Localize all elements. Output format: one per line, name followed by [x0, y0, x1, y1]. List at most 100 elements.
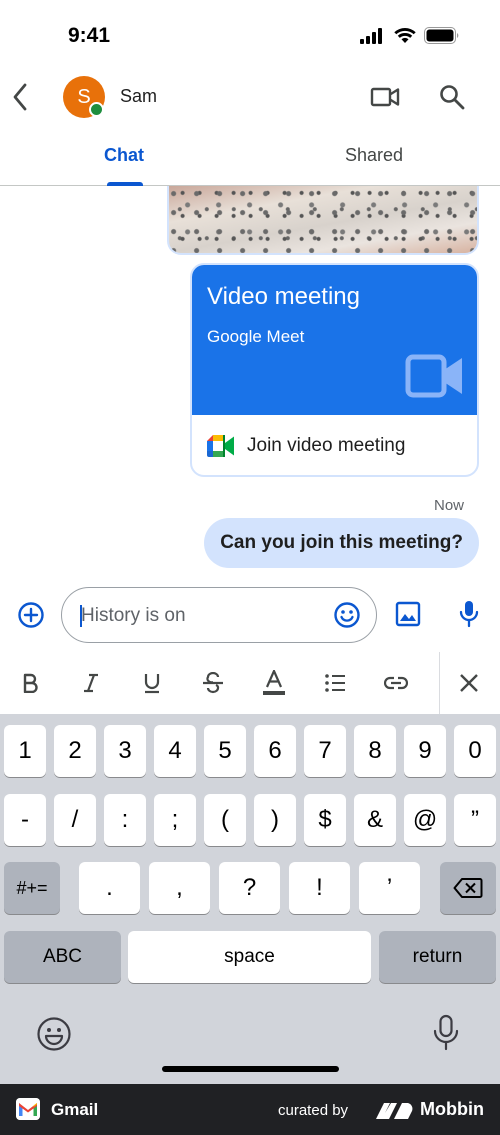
emoji-icon — [334, 602, 360, 628]
close-format-toolbar-button[interactable] — [456, 670, 482, 696]
key-close-paren[interactable]: ) — [254, 794, 296, 846]
close-icon — [460, 674, 478, 692]
mic-icon — [459, 601, 479, 628]
tab-shared[interactable]: Shared — [345, 145, 403, 166]
key-at[interactable]: @ — [404, 794, 446, 846]
voice-input-button[interactable] — [456, 599, 482, 629]
bold-icon — [23, 673, 38, 693]
dictation-button[interactable] — [432, 1014, 460, 1052]
key-more-symbols[interactable]: #+= — [4, 862, 60, 914]
key-delete[interactable] — [440, 862, 496, 914]
key-quote[interactable]: ” — [454, 794, 496, 846]
message-timestamp: Now — [433, 497, 464, 514]
contact-name[interactable]: Sam — [120, 86, 157, 107]
message-composer: History is on — [0, 585, 500, 645]
underline-icon — [144, 674, 160, 694]
key-4[interactable]: 4 — [154, 725, 196, 777]
key-ampersand[interactable]: & — [354, 794, 396, 846]
emoji-keyboard-icon — [37, 1017, 71, 1051]
text-cursor — [80, 605, 82, 627]
key-7[interactable]: 7 — [304, 725, 346, 777]
text-color-button[interactable] — [261, 670, 287, 696]
tab-bar: Chat Shared — [0, 122, 500, 186]
key-1[interactable]: 1 — [4, 725, 46, 777]
text-color-icon — [263, 670, 285, 695]
link-icon — [384, 676, 408, 690]
key-abc[interactable]: ABC — [4, 931, 121, 983]
google-meet-logo-icon — [207, 435, 234, 457]
toolbar-divider — [439, 652, 440, 714]
message-text: Can you join this meeting? — [220, 532, 463, 553]
emoji-keyboard-button[interactable] — [36, 1016, 72, 1052]
avatar-letter: S — [77, 85, 91, 108]
key-return[interactable]: return — [379, 931, 496, 983]
key-open-paren[interactable]: ( — [204, 794, 246, 846]
key-apostrophe[interactable]: ’ — [359, 862, 420, 914]
meet-card[interactable]: Video meeting Google Meet Join video mee… — [190, 263, 479, 477]
join-video-meeting-label: Join video meeting — [247, 435, 406, 456]
meet-card-title: Video meeting — [207, 283, 360, 310]
add-attachment-button[interactable] — [17, 601, 45, 629]
conversation-header: S Sam — [0, 72, 500, 122]
backspace-icon — [453, 878, 483, 898]
add-circle-icon — [18, 602, 44, 628]
key-exclamation[interactable]: ! — [289, 862, 350, 914]
format-toolbar — [0, 652, 500, 714]
numeric-keyboard: 1 2 3 4 5 6 7 8 9 0 - / : ; ( ) $ & @ ” … — [0, 714, 500, 1084]
key-hyphen[interactable]: - — [4, 794, 46, 846]
tab-chat[interactable]: Chat — [104, 145, 144, 166]
meet-card-banner: Video meeting Google Meet — [192, 265, 477, 415]
home-indicator — [162, 1066, 339, 1072]
video-camera-icon — [405, 354, 462, 398]
back-button[interactable] — [8, 80, 32, 114]
brand-app-name: Gmail — [51, 1100, 99, 1119]
image-icon — [395, 601, 421, 627]
key-space[interactable]: space — [128, 931, 371, 983]
key-dollar[interactable]: $ — [304, 794, 346, 846]
key-8[interactable]: 8 — [354, 725, 396, 777]
insert-image-button[interactable] — [395, 601, 421, 627]
video-call-button[interactable] — [370, 82, 400, 112]
key-semicolon[interactable]: ; — [154, 794, 196, 846]
attribution-bar: Gmail curated by Mobbin — [0, 1084, 500, 1135]
strikethrough-button[interactable] — [200, 670, 226, 696]
chevron-left-icon — [13, 83, 27, 111]
search-button[interactable] — [437, 82, 467, 112]
dictation-mic-icon — [433, 1014, 459, 1051]
key-0[interactable]: 0 — [454, 725, 496, 777]
key-3[interactable]: 3 — [104, 725, 146, 777]
message-bubble[interactable]: Can you join this meeting? — [204, 518, 479, 568]
key-comma[interactable]: , — [149, 862, 210, 914]
insert-link-button[interactable] — [383, 670, 409, 696]
video-call-icon — [370, 87, 400, 107]
battery-icon — [424, 27, 459, 44]
tab-selected-indicator — [107, 182, 143, 186]
key-question[interactable]: ? — [219, 862, 280, 914]
key-9[interactable]: 9 — [404, 725, 446, 777]
key-5[interactable]: 5 — [204, 725, 246, 777]
meet-card-subtitle: Google Meet — [207, 327, 305, 346]
key-slash[interactable]: / — [54, 794, 96, 846]
strikethrough-icon — [203, 672, 223, 694]
cellular-signal-icon — [360, 27, 382, 44]
emoji-button[interactable] — [333, 601, 361, 629]
gmail-logo-icon — [16, 1098, 40, 1120]
key-6[interactable]: 6 — [254, 725, 296, 777]
key-colon[interactable]: : — [104, 794, 146, 846]
curated-by-label: curated by — [278, 1102, 349, 1119]
key-2[interactable]: 2 — [54, 725, 96, 777]
bold-button[interactable] — [17, 670, 43, 696]
bulleted-list-button[interactable] — [322, 670, 348, 696]
message-input[interactable]: History is on — [61, 587, 377, 643]
mobbin-wordmark: Mobbin — [420, 1099, 484, 1119]
italic-button[interactable] — [78, 670, 104, 696]
message-input-placeholder: History is on — [81, 605, 186, 626]
presence-status-dot — [89, 102, 104, 117]
mobbin-logo-icon — [376, 1103, 413, 1119]
join-video-meeting-button[interactable]: Join video meeting — [192, 415, 477, 475]
bulleted-list-icon — [325, 674, 345, 692]
key-period[interactable]: . — [79, 862, 140, 914]
underline-button[interactable] — [139, 670, 165, 696]
shared-image-attachment[interactable] — [167, 186, 479, 255]
status-icons — [360, 27, 460, 44]
